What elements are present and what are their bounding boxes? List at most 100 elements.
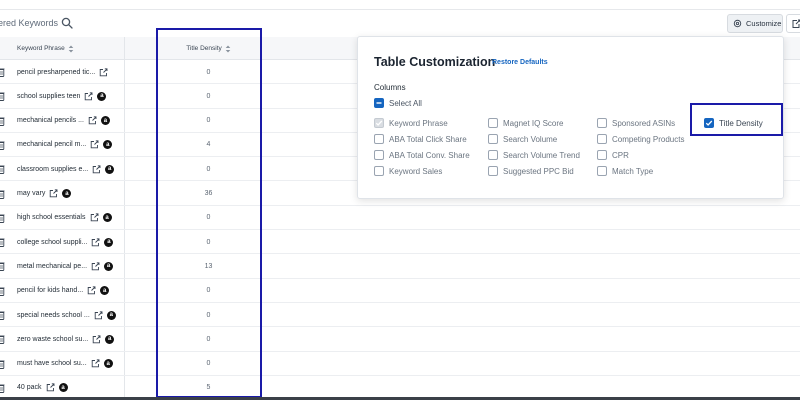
columns-label: Columns (374, 83, 406, 92)
keyword-phrase[interactable]: pencil presharpened tic... (17, 69, 95, 76)
option-keyword-phrase[interactable]: Keyword Phrase (374, 118, 448, 128)
option-aba-total-click-share[interactable]: ABA Total Click Share (374, 134, 467, 144)
amazon-icon[interactable]: a (105, 334, 115, 344)
trash-icon[interactable] (0, 140, 5, 150)
option-label: Search Volume Trend (503, 150, 580, 160)
trash-icon[interactable] (0, 91, 5, 102)
keyword-cell: pencil presharpened tic... (17, 60, 108, 84)
keyword-phrase[interactable]: must have school su... (17, 360, 87, 367)
checkbox-icon (374, 150, 384, 160)
trash-icon[interactable] (0, 286, 5, 296)
select-all-checkbox[interactable]: Select All (374, 98, 422, 108)
keyword-phrase[interactable]: special needs school ... (17, 312, 90, 319)
option-competing-products[interactable]: Competing Products (597, 134, 684, 144)
amazon-icon[interactable]: a (104, 261, 114, 271)
option-match-type[interactable]: Match Type (597, 166, 653, 176)
keyword-cell: high school essentials a (17, 206, 112, 230)
amazon-icon[interactable]: a (106, 310, 116, 320)
table-row: special needs school ... a 0 (0, 303, 800, 328)
option-cpr[interactable]: CPR (597, 150, 629, 160)
option-sponsored-asins[interactable]: Sponsored ASINs (597, 118, 675, 128)
option-label: Keyword Sales (389, 166, 443, 176)
title-density-value: 0 (206, 360, 211, 368)
header-keyword-phrase[interactable]: Keyword Phrase (17, 37, 74, 60)
keyword-phrase[interactable]: zero waste school su... (17, 336, 88, 343)
title-density-value: 0 (206, 214, 211, 222)
keyword-phrase[interactable]: school supplies teen (17, 93, 80, 100)
option-search-volume[interactable]: Search Volume (488, 134, 557, 144)
trash-icon[interactable] (0, 213, 5, 223)
external-link-icon[interactable] (90, 140, 99, 149)
external-link-icon[interactable] (99, 67, 108, 77)
amazon-icon[interactable]: a (62, 189, 72, 198)
amazon-icon[interactable]: a (97, 91, 107, 101)
sort-icon (68, 45, 74, 52)
option-label: Suggested PPC Bid (503, 166, 574, 176)
search-icon[interactable] (61, 16, 73, 29)
keyword-phrase[interactable]: high school essentials (17, 214, 86, 221)
keyword-phrase[interactable]: 40 pack (17, 384, 42, 391)
option-title-density[interactable]: Title Density (704, 118, 763, 128)
external-link-icon[interactable] (91, 237, 100, 247)
external-link-icon[interactable] (46, 383, 55, 392)
option-magnet-iq-score[interactable]: Magnet IQ Score (488, 118, 563, 128)
amazon-icon[interactable]: a (100, 116, 110, 126)
external-link-icon[interactable] (92, 335, 101, 344)
checkbox-icon (597, 118, 607, 128)
title-density-value: 0 (206, 92, 211, 100)
external-link-icon[interactable] (49, 189, 58, 198)
amazon-icon[interactable]: a (104, 237, 114, 247)
trash-icon[interactable] (0, 383, 5, 393)
external-link-icon[interactable] (87, 286, 96, 295)
keyword-phrase[interactable]: classroom supplies e... (17, 166, 88, 173)
option-aba-total-conv-share[interactable]: ABA Total Conv. Share (374, 150, 470, 160)
trash-icon[interactable] (0, 310, 5, 320)
amazon-icon[interactable]: a (105, 164, 115, 174)
external-link-icon[interactable] (91, 262, 100, 271)
keyword-cell: classroom supplies e... a (17, 157, 115, 181)
amazon-icon[interactable]: a (103, 359, 113, 369)
external-link-icon[interactable] (88, 116, 97, 125)
external-link-icon[interactable] (84, 92, 93, 101)
header-title-density[interactable]: Title Density (160, 37, 257, 60)
option-label: ABA Total Conv. Share (389, 150, 470, 160)
external-link-icon[interactable] (94, 310, 103, 320)
title-density-value: 0 (206, 68, 211, 76)
trash-icon[interactable] (0, 67, 5, 77)
restore-defaults-link[interactable]: Restore Defaults (492, 59, 548, 66)
trash-icon[interactable] (0, 261, 5, 272)
keyword-phrase[interactable]: mechanical pencils ... (17, 117, 84, 124)
keyword-phrase[interactable]: pencil for kids hand... (17, 287, 83, 294)
customize-button[interactable]: Customize (727, 14, 783, 33)
title-density-value: 4 (206, 141, 211, 149)
export-button[interactable] (786, 14, 800, 33)
trash-icon[interactable] (0, 116, 5, 126)
trash-icon[interactable] (0, 359, 5, 369)
amazon-icon[interactable]: a (100, 286, 110, 296)
trash-icon[interactable] (0, 164, 5, 175)
keyword-phrase[interactable]: may vary (17, 190, 45, 197)
keyword-phrase[interactable]: mechanical pencil m... (17, 141, 86, 148)
checkbox-icon (488, 118, 498, 128)
trash-icon[interactable] (0, 189, 5, 199)
gear-icon (733, 19, 742, 28)
keyword-cell: special needs school ... a (17, 303, 116, 327)
keyword-cell: pencil for kids hand... a (17, 279, 110, 303)
amazon-icon[interactable]: a (103, 140, 113, 150)
trash-icon[interactable] (0, 237, 5, 248)
amazon-icon[interactable]: a (102, 213, 112, 223)
checkbox-icon (597, 150, 607, 160)
keyword-phrase[interactable]: metal mechanical pe... (17, 263, 87, 270)
keyword-phrase[interactable]: college school suppli... (17, 239, 87, 246)
trash-icon[interactable] (0, 334, 5, 345)
top-divider (0, 9, 800, 10)
external-link-icon[interactable] (91, 359, 100, 368)
option-suggested-ppc-bid[interactable]: Suggested PPC Bid (488, 166, 574, 176)
amazon-icon[interactable]: a (58, 383, 68, 393)
option-search-volume-trend[interactable]: Search Volume Trend (488, 150, 580, 160)
title-density-value: 13 (204, 262, 213, 270)
option-keyword-sales[interactable]: Keyword Sales (374, 166, 442, 176)
external-link-icon[interactable] (92, 165, 101, 174)
external-link-icon[interactable] (90, 213, 99, 222)
keyword-cell: may vary a (17, 182, 72, 206)
